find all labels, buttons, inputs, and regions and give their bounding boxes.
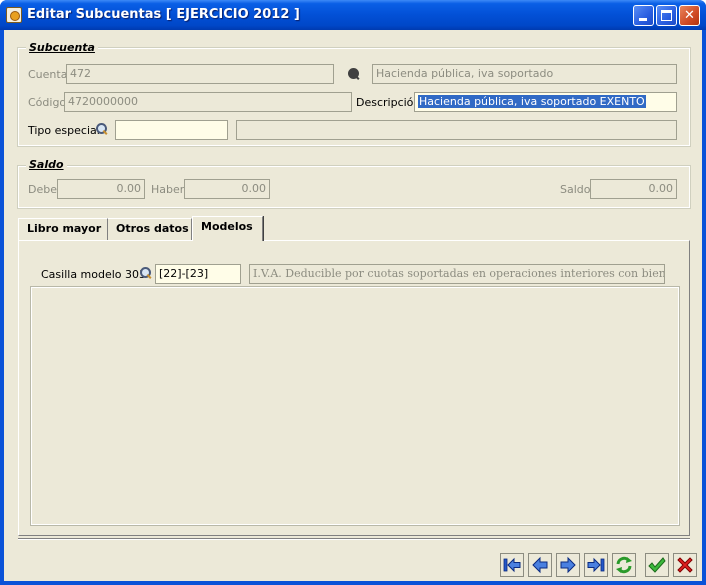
cuenta-label: Cuenta [28,68,68,81]
tab-modelos[interactable]: Modelos [192,216,263,241]
refresh-icon [616,556,632,574]
codigo-label: Código [28,96,67,109]
next-record-button[interactable] [556,553,580,577]
first-record-icon [503,557,521,573]
tipo-especial-description-field [236,120,677,140]
saldo-label: Saldo [560,183,591,196]
descripcion-selected-text: Hacienda pública, iva soportado EXENTO [418,95,646,108]
next-record-icon [560,556,576,574]
maximize-button[interactable] [656,5,677,26]
app-window: Editar Subcuentas [ EJERCICIO 2012 ] ✕ S… [0,0,706,585]
cancel-x-icon [677,557,693,573]
refresh-button[interactable] [612,553,636,577]
cuenta-search-icon[interactable] [347,67,361,81]
accept-button[interactable] [645,553,669,577]
maximize-icon [661,10,672,21]
dialog-client-area: Subcuenta Cuenta 472 Hacienda pública, i… [4,30,702,581]
debe-field: 0.00 [57,179,145,199]
last-record-button[interactable] [584,553,608,577]
first-record-button[interactable] [500,553,524,577]
subcuenta-group-title: Subcuenta [26,41,98,54]
tipo-especial-input[interactable] [115,120,228,140]
window-title: Editar Subcuentas [ EJERCICIO 2012 ] [27,7,300,22]
modelos-content-area [30,286,680,526]
casilla-description-field: I.V.A. Deducible por cuotas soportadas e… [249,264,665,284]
descripcion-input[interactable]: Hacienda pública, iva soportado EXENTO [414,92,677,112]
casilla-modelo-label: Casilla modelo 303 [41,268,147,281]
minimize-icon [639,18,647,21]
haber-label: Haber [151,183,185,196]
bottom-divider [18,538,690,540]
cuenta-field[interactable]: 472 [66,64,334,84]
close-button[interactable]: ✕ [679,5,700,26]
descripcion-label: Descripción [356,96,421,109]
title-bar[interactable]: Editar Subcuentas [ EJERCICIO 2012 ] ✕ [0,0,706,30]
tab-libro-mayor[interactable]: Libro mayor [18,218,108,240]
debe-label: Debe [28,183,57,196]
codigo-field[interactable]: 4720000000 [64,92,352,112]
modelos-tab-panel: Casilla modelo 303 [22]-[23] I.V.A. Dedu… [18,240,690,536]
haber-field: 0.00 [184,179,270,199]
tab-otros-datos[interactable]: Otros datos [108,218,192,240]
saldo-group-title: Saldo [26,158,67,171]
checkmark-icon [648,557,666,573]
tipo-especial-label: Tipo especial [28,124,100,137]
previous-record-icon [532,556,548,574]
cuenta-description-field: Hacienda pública, iva soportado [372,64,677,84]
casilla-input[interactable]: [22]-[23] [155,264,241,284]
casilla-search-icon[interactable] [139,266,153,280]
minimize-button[interactable] [633,5,654,26]
previous-record-button[interactable] [528,553,552,577]
app-icon[interactable] [6,7,22,23]
tipo-especial-search-icon[interactable] [95,122,109,136]
cancel-button[interactable] [673,553,697,577]
saldo-field: 0.00 [590,179,677,199]
last-record-icon [587,557,605,573]
